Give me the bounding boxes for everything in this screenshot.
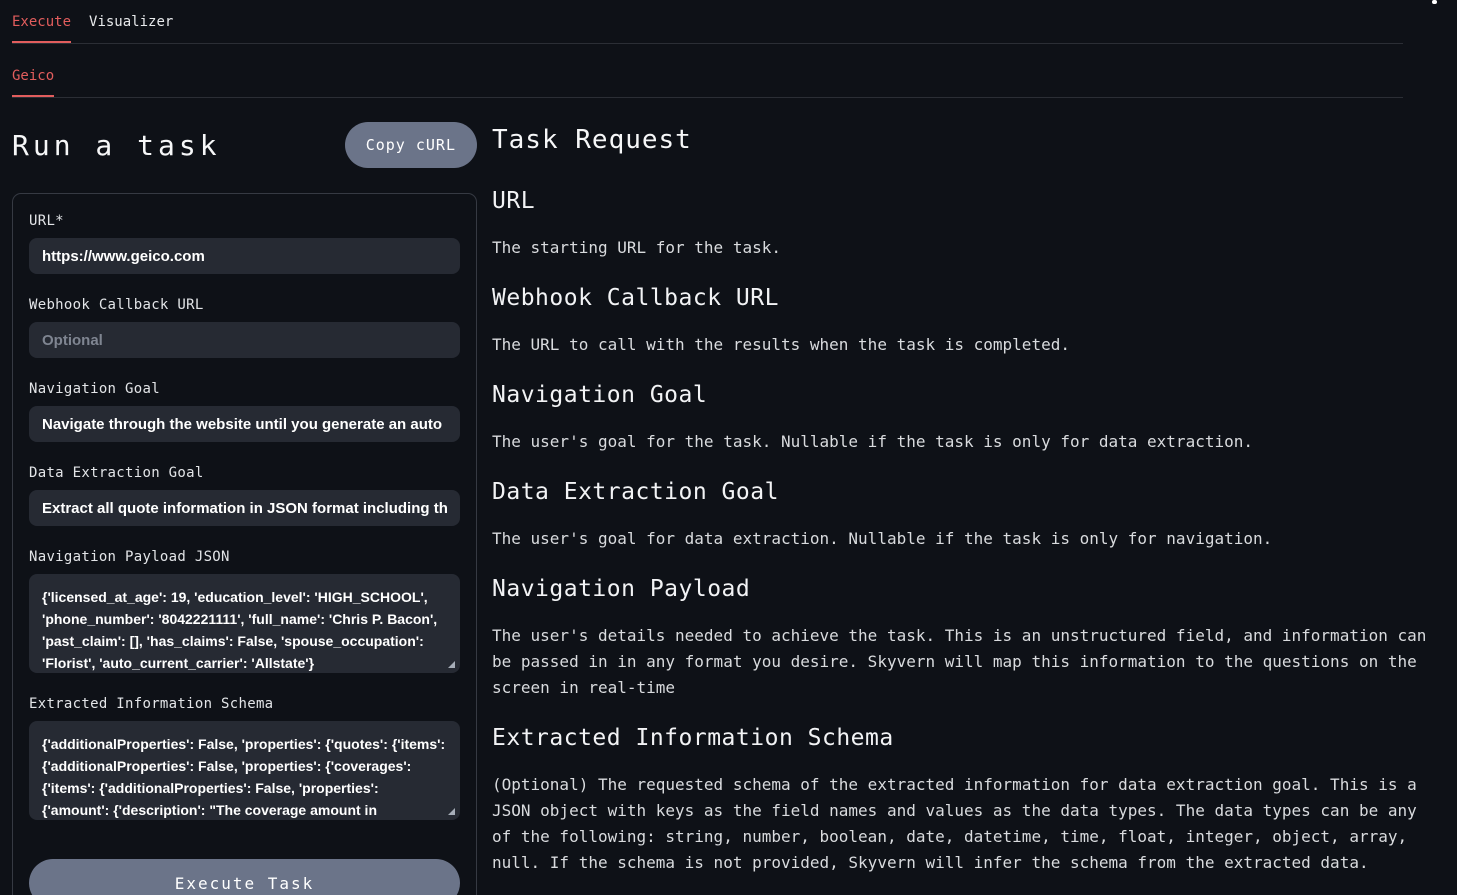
page-title: Run a task [12,129,221,162]
webhook-label: Webhook Callback URL [29,297,460,313]
main-tab-bar: Execute Visualizer [0,0,1457,44]
doc-section-heading: Extracted Information Schema [492,725,1430,751]
webhook-input[interactable] [29,322,460,358]
copy-curl-button[interactable]: Copy cURL [345,122,477,168]
navigation-goal-input[interactable] [29,406,460,442]
doc-section-heading: URL [492,188,1430,214]
extracted-schema-field-group: Extracted Information Schema {'additiona… [29,696,460,820]
navigation-payload-field-group: Navigation Payload JSON {'licensed_at_ag… [29,549,460,673]
doc-section-navigation-payload: Navigation Payload The user's details ne… [492,576,1430,701]
webhook-field-group: Webhook Callback URL [29,297,460,358]
doc-section-webhook: Webhook Callback URL The URL to call wit… [492,285,1430,358]
resize-grip-icon[interactable] [448,808,455,815]
task-request-docs: Task Request URL The starting URL for th… [492,117,1430,895]
doc-section-heading: Navigation Goal [492,382,1430,408]
sub-tab-bar: Geico [0,44,1457,98]
doc-section-body: The starting URL for the task. [492,235,1430,261]
tab-visualizer[interactable]: Visualizer [89,14,173,43]
doc-section-body: The user's goal for data extraction. Nul… [492,526,1430,552]
extracted-schema-label: Extracted Information Schema [29,696,460,712]
tab-geico[interactable]: Geico [12,68,54,97]
url-input[interactable] [29,238,460,274]
doc-section-url: URL The starting URL for the task. [492,188,1430,261]
doc-section-heading: Navigation Payload [492,576,1430,602]
resize-grip-icon[interactable] [448,661,455,668]
tab-execute[interactable]: Execute [12,14,71,43]
doc-section-heading: Webhook Callback URL [492,285,1430,311]
execute-task-button[interactable]: Execute Task [29,859,460,895]
data-extraction-goal-input[interactable] [29,490,460,526]
doc-section-body: (Optional) The requested schema of the e… [492,772,1430,876]
navigation-goal-field-group: Navigation Goal [29,381,460,442]
divider [12,43,1403,44]
run-task-panel: Run a task Copy cURL URL* Webhook Callba… [12,117,477,895]
data-extraction-goal-field-group: Data Extraction Goal [29,465,460,526]
doc-section-body: The user's details needed to achieve the… [492,623,1430,701]
url-label: URL* [29,213,460,229]
doc-section-navigation-goal: Navigation Goal The user's goal for the … [492,382,1430,455]
navigation-payload-label: Navigation Payload JSON [29,549,460,565]
scrollbar-thumb[interactable] [1432,0,1437,4]
navigation-payload-textarea[interactable]: {'licensed_at_age': 19, 'education_level… [29,574,460,673]
url-field-group: URL* [29,213,460,274]
data-extraction-goal-label: Data Extraction Goal [29,465,460,481]
task-form: URL* Webhook Callback URL Navigation Goa… [12,193,477,895]
doc-section-body: The URL to call with the results when th… [492,332,1430,358]
navigation-goal-label: Navigation Goal [29,381,460,397]
doc-section-heading: Data Extraction Goal [492,479,1430,505]
doc-section-extracted-schema: Extracted Information Schema (Optional) … [492,725,1430,876]
docs-title: Task Request [492,125,1430,155]
doc-section-body: The user's goal for the task. Nullable i… [492,429,1430,455]
doc-section-data-extraction-goal: Data Extraction Goal The user's goal for… [492,479,1430,552]
main-content: Run a task Copy cURL URL* Webhook Callba… [0,98,1457,895]
extracted-schema-textarea[interactable]: {'additionalProperties': False, 'propert… [29,721,460,820]
